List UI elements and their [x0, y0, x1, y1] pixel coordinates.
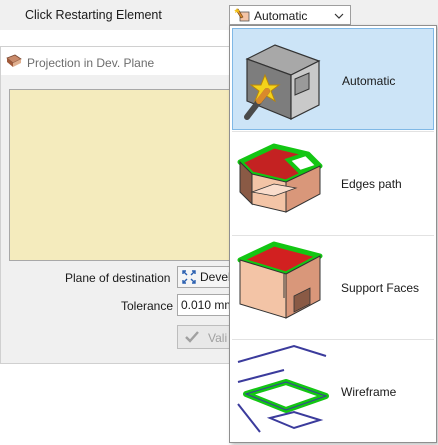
option-edges-path[interactable]: Edges path	[232, 132, 434, 234]
option-label: Edges path	[341, 177, 402, 191]
panel-titlebar: Projection in Dev. Plane	[1, 47, 237, 75]
option-label: Wireframe	[341, 385, 397, 399]
restarting-element-label: Click Restarting Element	[25, 8, 162, 22]
automatic-mode-icon	[234, 8, 250, 22]
automatic-magic-wand-icon	[244, 44, 321, 120]
develop-plane-icon	[182, 270, 196, 284]
panel-title: Projection in Dev. Plane	[27, 56, 155, 70]
tolerance-label: Tolerance	[121, 299, 174, 313]
option-wireframe[interactable]: Wireframe	[232, 340, 434, 442]
wireframe-icon	[237, 344, 329, 433]
option-label: Automatic	[342, 74, 396, 88]
checkmark-icon	[184, 330, 200, 344]
element-list-area[interactable]	[9, 89, 237, 261]
projection-panel: Projection in Dev. Plane Plane of destin…	[0, 46, 239, 364]
plane-destination-value: Devel	[200, 270, 231, 284]
option-support-faces[interactable]: Support Faces	[232, 236, 434, 338]
restarting-mode-dropdown: Automatic Edges path Support Faces Wiref…	[229, 25, 437, 443]
tolerance-value: 0.010 mm	[181, 298, 235, 312]
validate-label: Vali	[208, 331, 228, 345]
plane-of-destination-label: Plane of destination	[65, 271, 171, 285]
support-faces-icon	[237, 241, 323, 319]
chevron-down-icon[interactable]	[334, 10, 344, 20]
option-label: Support Faces	[341, 281, 420, 295]
combo-value: Automatic	[254, 9, 308, 23]
projection-icon	[6, 54, 22, 68]
option-automatic[interactable]: Automatic	[232, 28, 434, 130]
edges-path-icon	[237, 143, 323, 213]
restarting-mode-combo[interactable]: Automatic	[229, 5, 351, 25]
